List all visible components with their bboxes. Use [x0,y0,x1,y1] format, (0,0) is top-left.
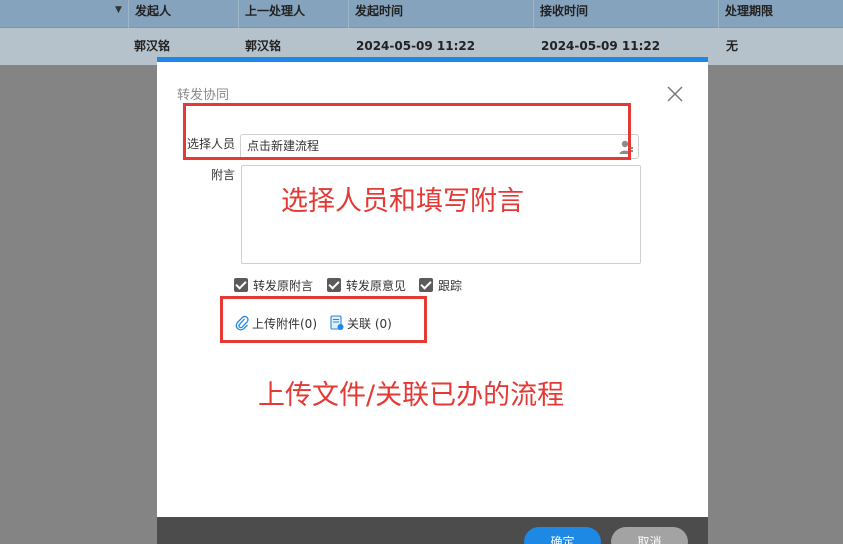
background-table: ▼ 发起人 上一处理人 发起时间 接收时间 处理期限 郭汉铭 郭汉铭 2024-… [0,0,843,65]
header-previous-handler[interactable]: 上一处理人 [238,0,348,28]
checkbox-forward-opinion[interactable]: 转发原意见 [327,277,406,295]
annotation-box-attach [220,296,427,343]
confirm-button[interactable]: 确定 [524,527,601,544]
header-receive-time[interactable]: 接收时间 [533,0,718,28]
cancel-button[interactable]: 取消 [611,527,688,544]
dialog-footer: 确定 取消 [157,517,708,544]
header-deadline[interactable]: 处理期限 [718,0,843,28]
sort-arrow-icon[interactable]: ▼ [115,5,122,15]
checkbox-forward-opinion-label: 转发原意见 [346,279,407,293]
annotation-text-attach: 上传文件/关联已办的流程 [258,380,565,411]
note-label: 附言 [210,168,235,182]
checkbox-track-label: 跟踪 [438,279,463,293]
cell-deadline: 无 [726,39,739,53]
checkbox-forward-note-label: 转发原附言 [253,279,314,293]
dialog-title: 转发协同 [177,88,230,103]
header-initiator[interactable]: 发起人 [128,0,238,28]
checkbox-forward-note[interactable]: 转发原附言 [234,277,313,295]
checkbox-icon [327,278,341,292]
close-icon [667,86,683,102]
annotation-box-select [183,103,631,160]
checkbox-icon [419,278,433,292]
close-button[interactable] [665,84,685,104]
checkbox-track[interactable]: 跟踪 [419,277,462,295]
header-start-time[interactable]: 发起时间 [348,0,533,28]
annotation-text-select: 选择人员和填写附言 [281,186,524,217]
checkbox-icon [234,278,248,292]
table-header: ▼ 发起人 上一处理人 发起时间 接收时间 处理期限 [0,0,843,28]
